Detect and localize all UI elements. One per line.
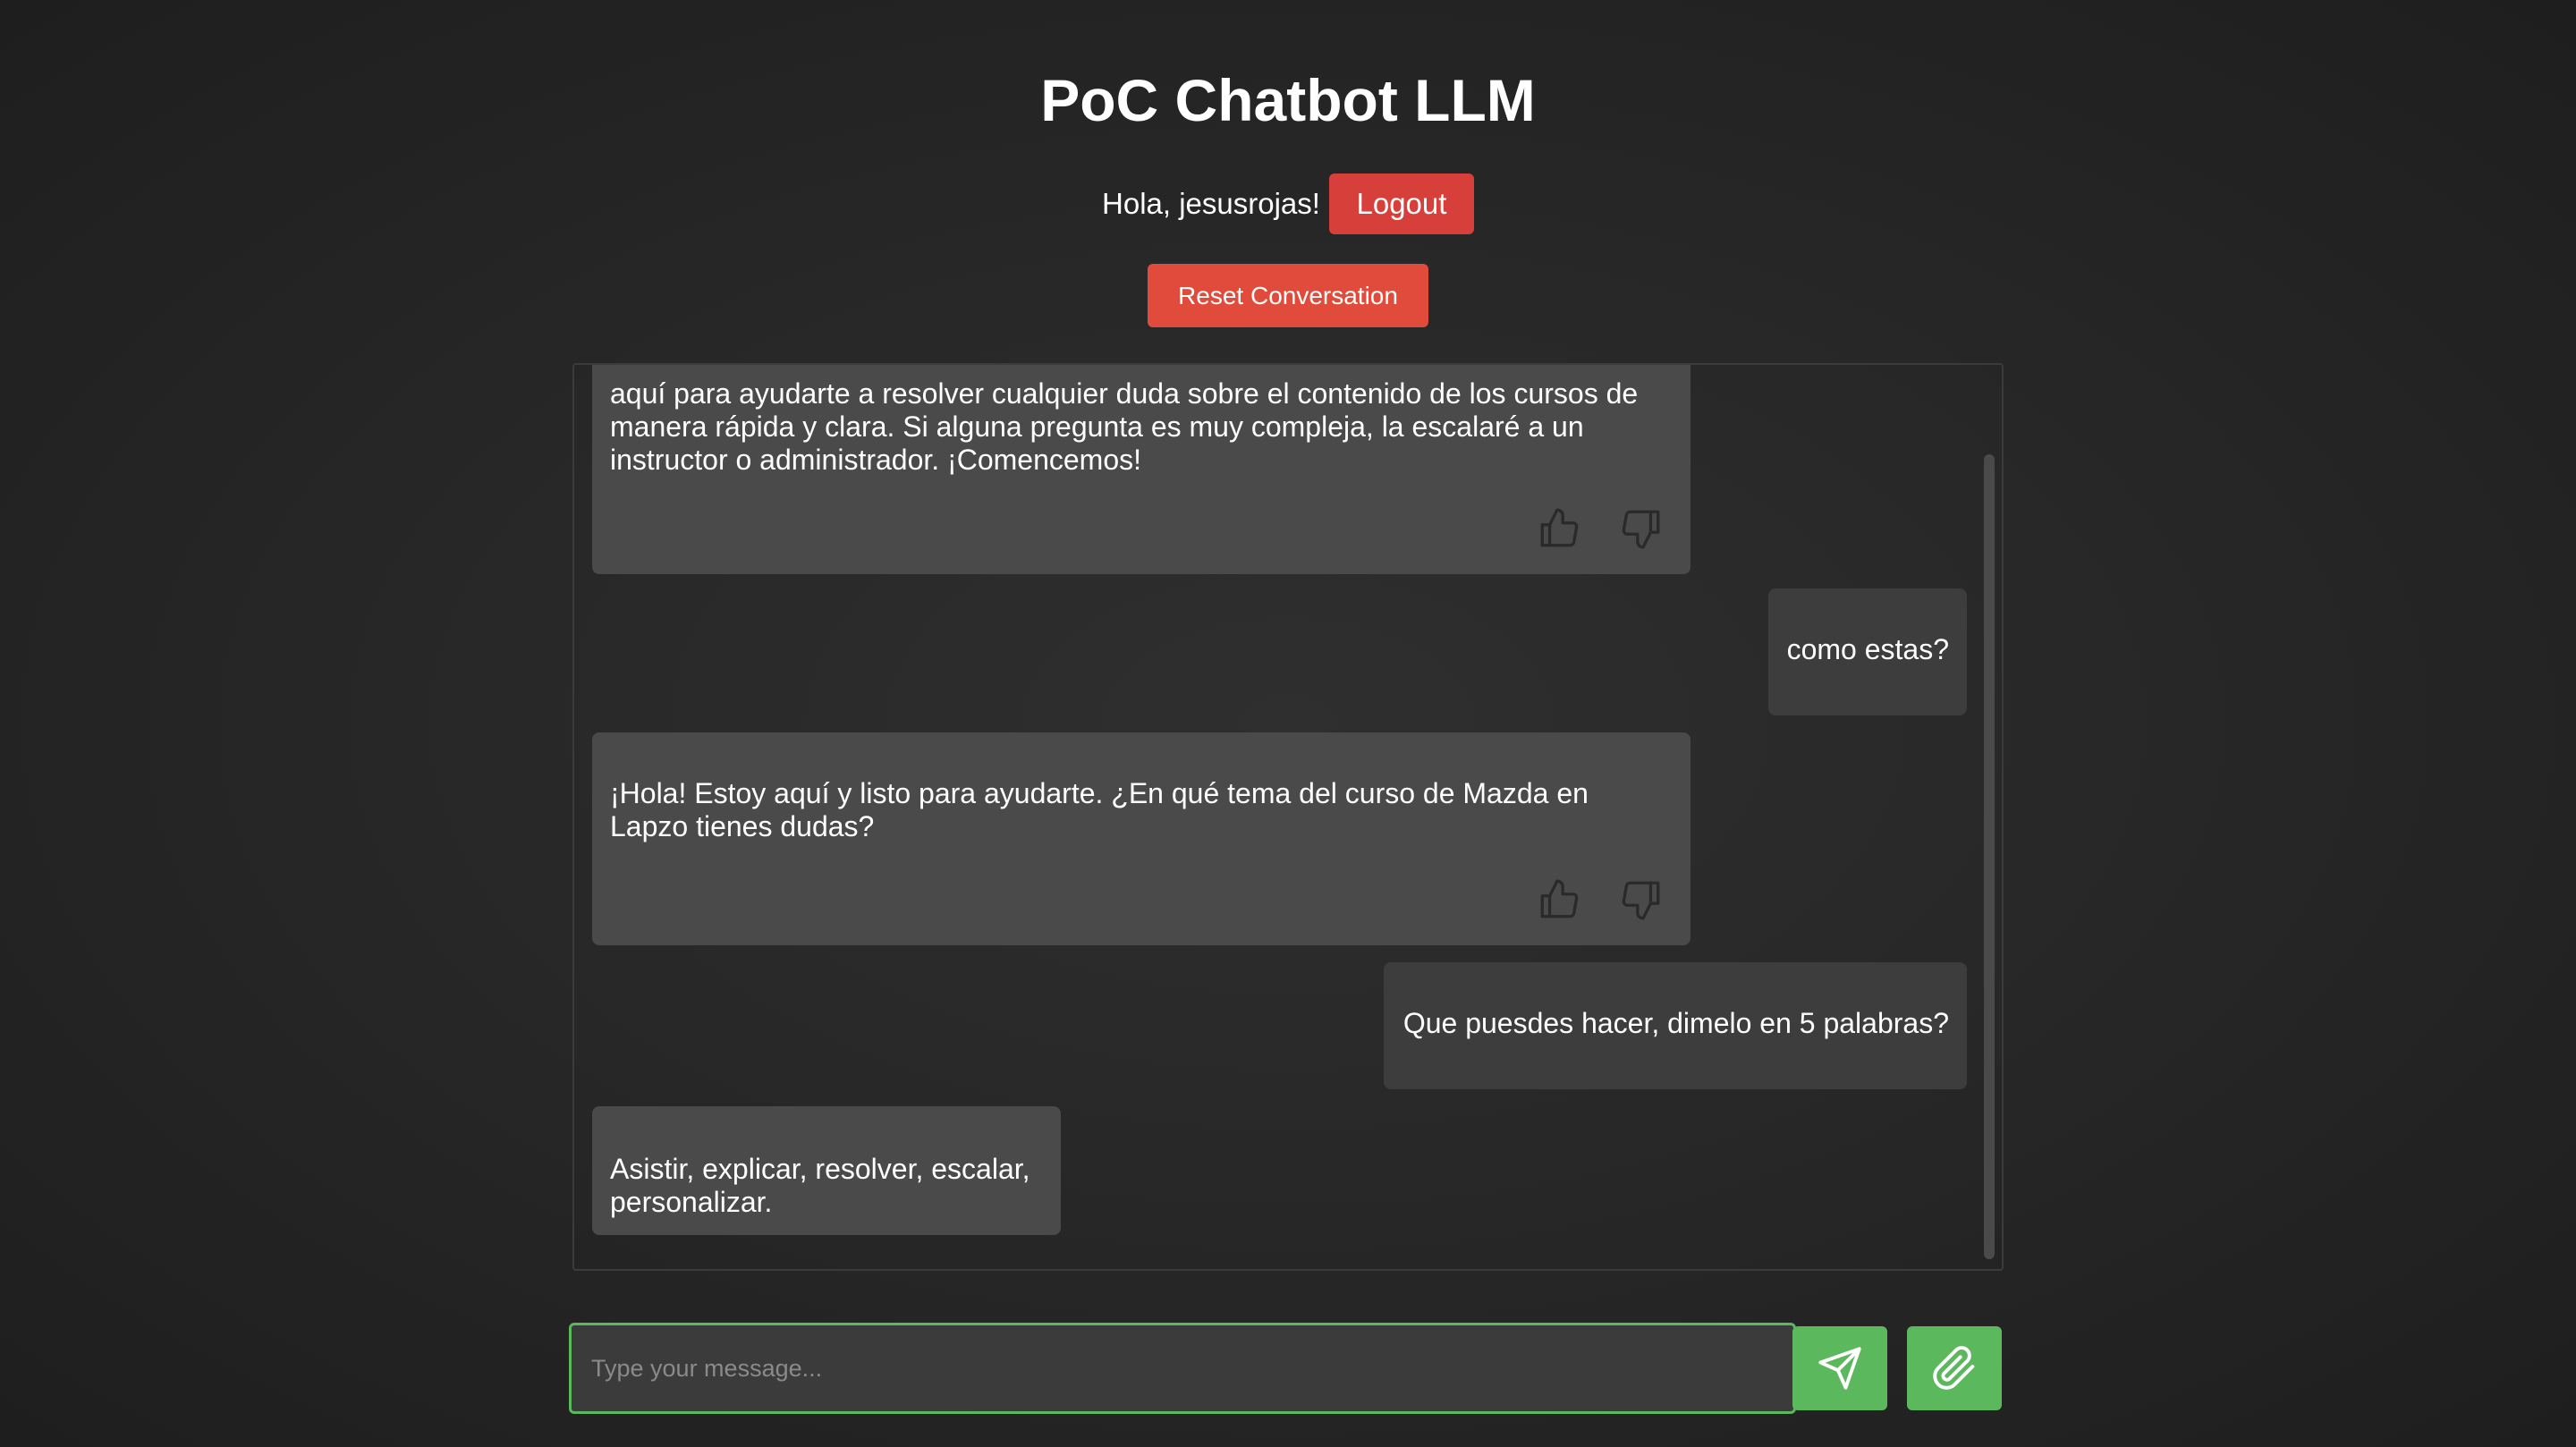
bot-message: aquí para ayudarte a resolver cualquier …: [592, 365, 1690, 574]
message-text: ¡Hola! Estoy aquí y listo para ayudarte.…: [610, 777, 1589, 842]
message-feedback: [1537, 506, 1664, 551]
chat-scrollbar[interactable]: [1984, 454, 1995, 1259]
message-feedback: [1537, 877, 1664, 922]
message-text: aquí para ayudarte a resolver cualquier …: [610, 377, 1639, 476]
user-message: Que puesdes hacer, dimelo en 5 palabras?: [1384, 962, 1967, 1089]
message-text: como estas?: [1786, 633, 1949, 665]
message-input[interactable]: [569, 1323, 1796, 1414]
bot-message: ¡Hola! Estoy aquí y listo para ayudarte.…: [592, 732, 1690, 945]
reset-conversation-button[interactable]: Reset Conversation: [1148, 264, 1428, 327]
thumbs-down-icon[interactable]: [1619, 506, 1664, 551]
chat-window[interactable]: aquí para ayudarte a resolver cualquier …: [572, 363, 2004, 1271]
user-message: como estas?: [1768, 588, 1967, 715]
paper-plane-icon: [1818, 1347, 1861, 1390]
paperclip-icon: [1933, 1346, 1975, 1390]
attach-button[interactable]: [1907, 1326, 2002, 1410]
greeting-text: Hola, jesusrojas!: [1102, 187, 1320, 220]
logout-button[interactable]: Logout: [1328, 173, 1474, 234]
send-button[interactable]: [1792, 1326, 1887, 1410]
user-bar: Hola, jesusrojas! Logout: [0, 173, 2576, 234]
thumbs-down-icon[interactable]: [1619, 877, 1664, 922]
message-text: Que puesdes hacer, dimelo en 5 palabras?: [1402, 1007, 1949, 1039]
page-title: PoC Chatbot LLM: [1040, 67, 1536, 133]
thumbs-up-icon[interactable]: [1537, 506, 1581, 551]
thumbs-up-icon[interactable]: [1537, 877, 1581, 922]
message-composer: [569, 1323, 2004, 1414]
bot-message: Asistir, explicar, resolver, escalar, pe…: [592, 1106, 1061, 1235]
message-text: Asistir, explicar, resolver, escalar, pe…: [610, 1153, 1030, 1218]
